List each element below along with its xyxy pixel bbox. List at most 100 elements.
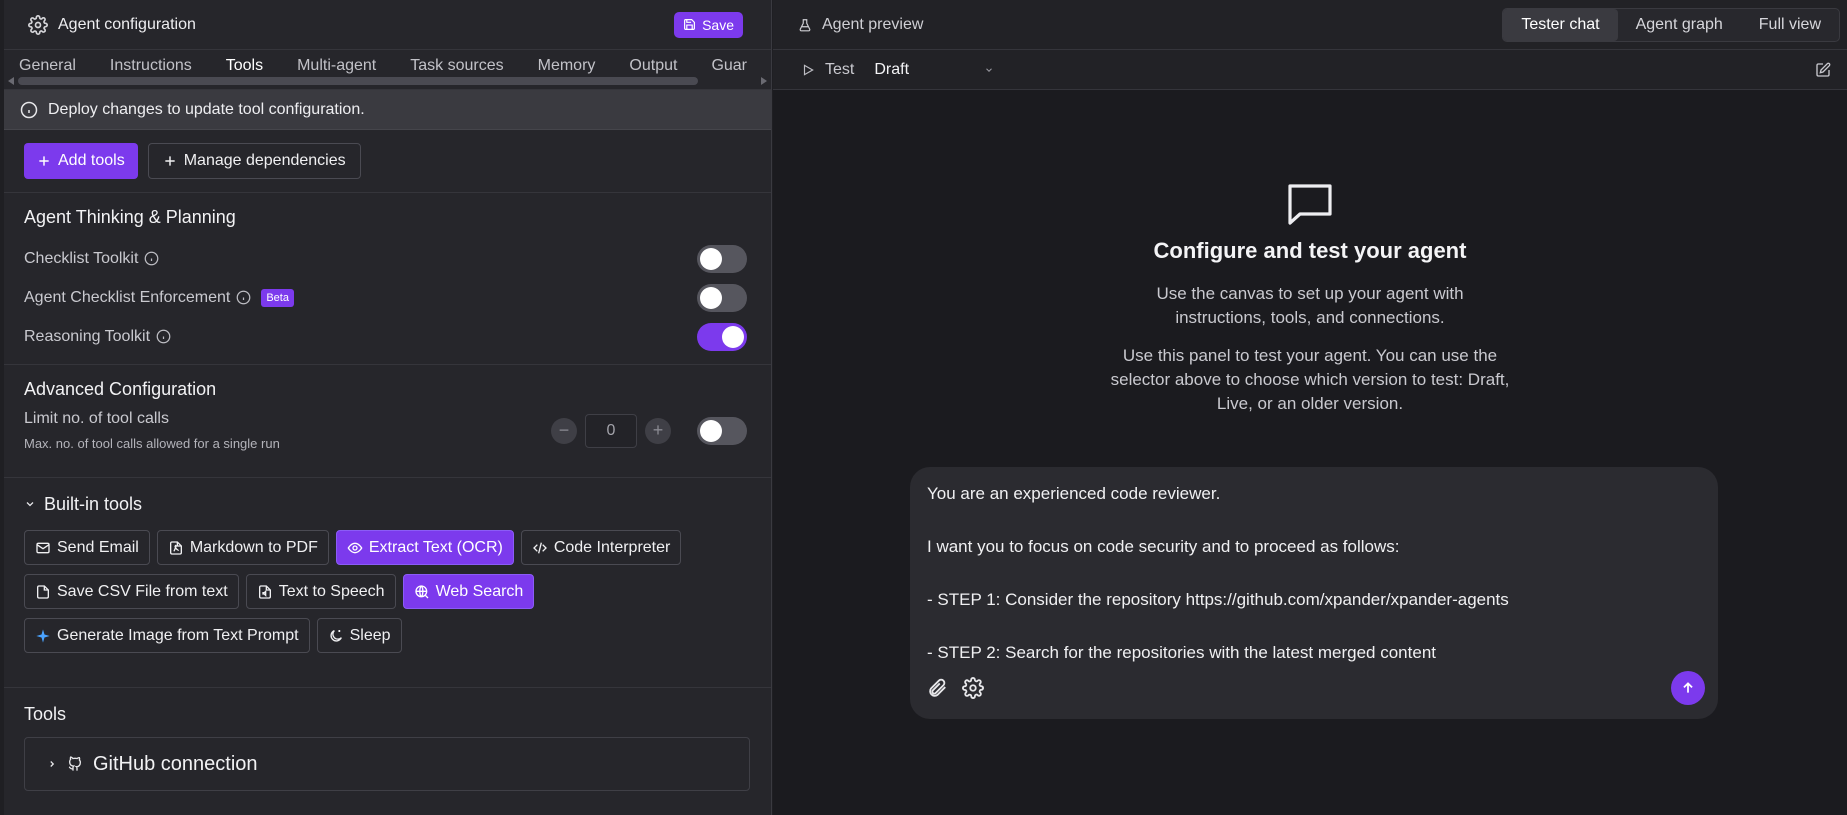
chip-label: Extract Text (OCR) [368, 538, 503, 556]
save-icon [684, 19, 696, 30]
github-connection-card[interactable]: GitHub connection [24, 737, 750, 791]
info-icon[interactable] [144, 251, 159, 266]
reasoning-toolkit-toggle[interactable] [697, 322, 747, 351]
tab-memory[interactable]: Memory [538, 57, 596, 75]
thinking-title: Agent Thinking & Planning [24, 207, 236, 227]
chip-label: Code Interpreter [553, 538, 671, 556]
gear-icon [28, 14, 48, 35]
builtin-tools-header[interactable]: Built-in tools [24, 478, 751, 530]
manage-dependencies-button[interactable]: Manage dependencies [147, 143, 361, 179]
reasoning-toolkit-row: Reasoning Toolkit [24, 317, 751, 356]
thinking-section: Agent Thinking & Planning Checklist Tool… [4, 193, 771, 365]
file-pdf-icon [169, 540, 182, 555]
play-icon[interactable] [801, 63, 815, 77]
tool-code-interpreter[interactable]: Code Interpreter [520, 530, 682, 565]
version-value: Draft [874, 60, 910, 78]
agent-preview-panel: Agent preview Tester chat Agent graph Fu… [773, 0, 1847, 815]
agent-configuration-panel: Agent configuration Save General Instruc… [4, 0, 772, 815]
tool-generate-image[interactable]: Generate Image from Text Prompt [24, 618, 310, 653]
deploy-notice: Deploy changes to update tool configurat… [4, 90, 771, 130]
decrement-button[interactable]: − [551, 417, 577, 444]
tab-guardrails[interactable]: Guar [711, 57, 747, 75]
moon-icon [330, 629, 342, 642]
file-icon [37, 584, 49, 599]
plus-icon [39, 156, 49, 166]
flask-icon [799, 18, 811, 31]
tool-sleep[interactable]: Sleep [316, 618, 402, 653]
github-icon [68, 756, 82, 771]
increment-button[interactable]: + [645, 417, 671, 444]
advanced-title: Advanced Configuration [24, 379, 217, 399]
code-icon [532, 542, 547, 553]
scroll-left-arrow[interactable] [8, 77, 14, 85]
checklist-toolkit-label: Checklist Toolkit [24, 249, 139, 267]
gear-icon[interactable] [962, 677, 984, 699]
manage-dependencies-label: Manage dependencies [183, 152, 346, 169]
chip-label: Web Search [435, 582, 524, 600]
chevron-down-icon [26, 502, 34, 507]
eye-icon [347, 542, 363, 553]
tab-instructions[interactable]: Instructions [110, 57, 192, 75]
tab-tools[interactable]: Tools [226, 57, 263, 75]
save-button[interactable]: Save [674, 11, 743, 38]
tab-general[interactable]: General [19, 57, 76, 75]
builtin-tools-section: Built-in tools Send Email Markdown to PD… [4, 478, 771, 688]
scroll-right-arrow[interactable] [761, 77, 767, 85]
tab-task-sources[interactable]: Task sources [410, 57, 503, 75]
tabs-scrollbar[interactable] [18, 77, 698, 85]
tool-markdown-to-pdf[interactable]: Markdown to PDF [156, 530, 329, 565]
tool-calls-input[interactable]: 0 [585, 413, 637, 448]
send-button[interactable] [1671, 671, 1705, 705]
add-tools-label: Add tools [58, 152, 125, 169]
info-icon [20, 101, 38, 118]
empty-state-text-1: Use the canvas to set up your agent with… [1156, 284, 1464, 327]
tool-extract-text-ocr[interactable]: Extract Text (OCR) [335, 530, 514, 565]
info-icon[interactable] [156, 329, 171, 344]
chip-label: Send Email [57, 538, 139, 556]
sparkle-icon [36, 628, 50, 643]
message-input[interactable]: You are an experienced code reviewer. I … [910, 467, 1718, 667]
mail-icon [36, 542, 50, 553]
arrow-up-icon [1683, 682, 1693, 693]
chip-label: Generate Image from Text Prompt [57, 626, 299, 644]
edit-icon[interactable] [1815, 62, 1831, 78]
limit-tool-calls-toggle[interactable] [697, 416, 747, 445]
add-tools-button[interactable]: Add tools [24, 143, 138, 179]
preview-header: Agent preview Tester chat Agent graph Fu… [773, 0, 1847, 50]
tool-send-email[interactable]: Send Email [24, 530, 150, 565]
tab-tester-chat[interactable]: Tester chat [1503, 8, 1618, 41]
empty-state: Configure and test your agent Use the ca… [773, 182, 1847, 416]
tool-text-to-speech[interactable]: Text to Speech [245, 574, 396, 609]
test-toolbar: Test Draft [773, 50, 1847, 90]
info-icon[interactable] [236, 290, 251, 305]
advanced-section: Advanced Configuration Limit no. of tool… [4, 365, 771, 478]
builtin-tools-title: Built-in tools [44, 493, 143, 514]
view-tabs: Tester chat Agent graph Full view [1502, 7, 1840, 42]
preview-title: Agent preview [822, 15, 924, 33]
tab-output[interactable]: Output [629, 57, 677, 75]
config-tabs: General Instructions Tools Multi-agent T… [4, 50, 771, 90]
chat-composer: You are an experienced code reviewer. I … [910, 467, 1718, 719]
tab-full-view[interactable]: Full view [1741, 9, 1839, 41]
empty-state-heading: Configure and test your agent [1153, 238, 1467, 263]
version-select[interactable]: Draft [874, 61, 994, 79]
test-label: Test [825, 60, 855, 78]
reasoning-toolkit-label: Reasoning Toolkit [24, 327, 151, 345]
checklist-toolkit-row: Checklist Toolkit [24, 239, 751, 278]
chat-icon [1288, 184, 1332, 225]
paperclip-icon[interactable] [926, 677, 948, 699]
checklist-enforcement-label: Agent Checklist Enforcement [24, 288, 231, 306]
checklist-enforcement-toggle[interactable] [697, 283, 747, 312]
tab-multi-agent[interactable]: Multi-agent [297, 57, 376, 75]
chevron-down-icon [986, 67, 993, 72]
tool-web-search[interactable]: Web Search [402, 574, 535, 609]
tab-agent-graph[interactable]: Agent graph [1618, 9, 1741, 41]
chip-label: Markdown to PDF [189, 538, 318, 556]
checklist-toolkit-toggle[interactable] [697, 244, 747, 273]
tool-save-csv[interactable]: Save CSV File from text [24, 574, 239, 609]
tools-title: Tools [24, 704, 67, 724]
github-connection-label: GitHub connection [93, 752, 258, 775]
chevron-right-icon [50, 761, 55, 767]
chip-label: Sleep [349, 626, 391, 644]
checklist-enforcement-row: Agent Checklist Enforcement Beta [24, 278, 751, 317]
